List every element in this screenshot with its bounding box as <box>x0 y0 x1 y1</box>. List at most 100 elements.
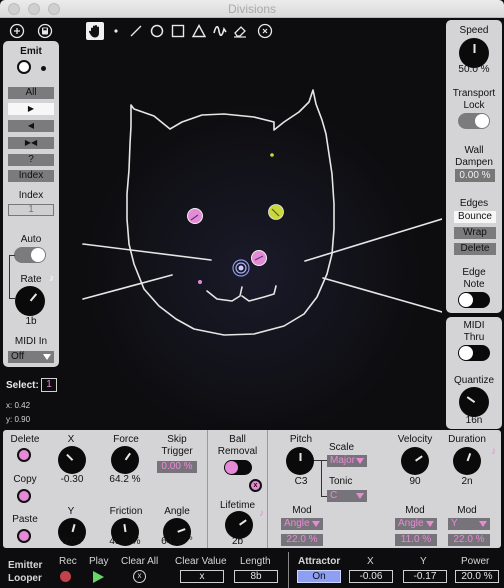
attractor-y-value[interactable]: -0.17 <box>403 570 447 583</box>
select-input[interactable]: 1 <box>41 378 57 392</box>
pink-ball-main[interactable] <box>187 208 203 224</box>
attractor-toggle[interactable]: On <box>297 570 341 583</box>
save-icon[interactable] <box>36 22 54 40</box>
yellow-ball[interactable] <box>268 204 284 220</box>
attractor-power-value[interactable]: 20.0 % <box>455 570 499 583</box>
looper-title-2: Looper <box>8 573 42 584</box>
velocity-knob[interactable] <box>401 447 429 475</box>
auto-toggle-thumb <box>31 248 45 262</box>
duration-knob[interactable] <box>453 447 481 475</box>
clear-all-button[interactable]: x <box>133 570 146 583</box>
line-tool-icon[interactable] <box>127 22 145 40</box>
note-sync-icon[interactable]: ♪ <box>491 446 496 457</box>
clear-value-box[interactable]: x <box>180 570 224 583</box>
note-sync-icon[interactable]: ♪ <box>259 508 264 519</box>
triangle-tool-icon[interactable] <box>190 22 208 40</box>
divider <box>288 552 289 588</box>
lifetime-knob[interactable] <box>225 511 253 539</box>
tonic-dropdown[interactable]: C <box>327 490 367 502</box>
delete-button[interactable] <box>17 448 31 462</box>
copy-label: Copy <box>13 474 37 485</box>
midi-panel: MIDI Thru Quantize 16n <box>446 317 502 429</box>
velocity-mod-source-dropdown[interactable]: Angle <box>395 518 437 530</box>
force-knob[interactable] <box>111 446 139 474</box>
emit-index-button[interactable]: Index <box>8 170 54 182</box>
title-bar: Divisions <box>0 0 504 18</box>
scale-dropdown[interactable]: Major <box>327 455 367 467</box>
ball-removal-label-1: Ball <box>229 434 246 445</box>
edges-delete-button[interactable]: Delete <box>454 243 496 255</box>
midi-in-dropdown[interactable]: Off <box>8 351 54 363</box>
wall-dampen-value[interactable]: 0.00 % <box>455 169 495 182</box>
chevron-down-icon <box>312 521 320 527</box>
auto-toggle[interactable] <box>14 247 46 263</box>
duration-mod-amount[interactable]: 22.0 % <box>448 534 490 546</box>
note-sync-icon[interactable]: ♪ <box>49 273 54 284</box>
attractor-power-label: Power <box>461 556 490 567</box>
edge-note-toggle[interactable] <box>458 292 490 308</box>
emit-all-button[interactable]: All <box>8 87 54 99</box>
length-box[interactable]: 8b <box>234 570 278 583</box>
pitch-mod-source-dropdown[interactable]: Angle <box>281 518 323 530</box>
speed-knob-needle <box>474 44 476 53</box>
copy-button[interactable] <box>17 489 31 503</box>
pitch-mod-amount[interactable]: 22.0 % <box>281 534 323 546</box>
ball-removal-toggle[interactable] <box>224 460 252 475</box>
quantize-knob[interactable] <box>459 387 489 417</box>
wave-tool-icon[interactable] <box>211 22 229 40</box>
emit-pingpong-button[interactable]: ▶◀ <box>8 137 54 149</box>
circle-tool-icon[interactable] <box>148 22 166 40</box>
edge-note-thumb <box>459 293 473 307</box>
auto-label: Auto <box>20 234 42 245</box>
clear-removal-icon[interactable]: x <box>249 479 262 492</box>
edges-wrap-button[interactable]: Wrap <box>454 227 496 239</box>
x-knob[interactable] <box>58 446 86 474</box>
skip-trigger-value[interactable]: 0.00 % <box>157 461 197 473</box>
tonic-label: Tonic <box>329 476 353 487</box>
emit-label: Emit <box>20 46 42 57</box>
cursor-x-readout: x: 0.42 <box>6 401 31 410</box>
drawing-canvas[interactable] <box>64 44 442 424</box>
pink-ball-trail <box>198 280 202 284</box>
add-icon[interactable] <box>8 22 26 40</box>
emit-random-button[interactable]: ? <box>8 154 54 166</box>
rec-button[interactable] <box>60 571 71 582</box>
wall-dampen-label-1: Wall <box>464 145 484 156</box>
wall-dampen-label-2: Dampen <box>455 157 493 168</box>
pitch-knob[interactable] <box>286 447 314 475</box>
paste-button[interactable] <box>17 529 31 543</box>
emit-backward-button[interactable]: ◀ <box>8 120 54 132</box>
midi-thru-toggle[interactable] <box>458 345 490 361</box>
pink-ball[interactable] <box>251 250 267 266</box>
point-tool-icon[interactable] <box>107 22 125 40</box>
transport-lock-label-2: Lock <box>463 100 485 111</box>
velocity-value: 90 <box>409 476 421 487</box>
scale-label: Scale <box>329 442 355 453</box>
rate-knob[interactable] <box>15 286 45 316</box>
y-value: 0.09 <box>62 536 82 547</box>
emit-forward-button[interactable]: ▶ <box>8 103 54 115</box>
play-button[interactable] <box>93 571 104 583</box>
select-label: Select: <box>6 380 39 391</box>
hand-tool-icon[interactable] <box>86 22 104 40</box>
quantize-knob-needle <box>466 396 476 403</box>
skip-trigger-label-1: Skip <box>167 434 187 445</box>
duration-mod-source-dropdown[interactable]: Y <box>448 518 490 530</box>
square-tool-icon[interactable] <box>169 22 187 40</box>
transport-lock-toggle[interactable] <box>458 113 490 129</box>
tonic-value: C <box>330 490 338 501</box>
toolbar <box>0 18 504 44</box>
edges-bounce-button[interactable]: Bounce <box>454 211 496 223</box>
edge-note-label-1: Edge <box>462 267 486 278</box>
attractor-label: Attractor <box>298 556 341 567</box>
eraser-tool-icon[interactable] <box>231 22 249 40</box>
emit-button[interactable] <box>17 60 31 74</box>
attractor-x-value[interactable]: -0.06 <box>349 570 393 583</box>
yellow-ball-trail <box>270 153 274 157</box>
canvas-background <box>64 44 442 424</box>
index-input[interactable]: 1 <box>8 204 54 216</box>
delete-label: Delete <box>10 434 40 445</box>
clear-canvas-icon[interactable] <box>256 22 274 40</box>
velocity-mod-amount[interactable]: 11.0 % <box>395 534 437 546</box>
emitter-panel: Emit All ▶ ◀ ▶◀ ? Index Index 1 Auto Rat… <box>3 41 59 367</box>
